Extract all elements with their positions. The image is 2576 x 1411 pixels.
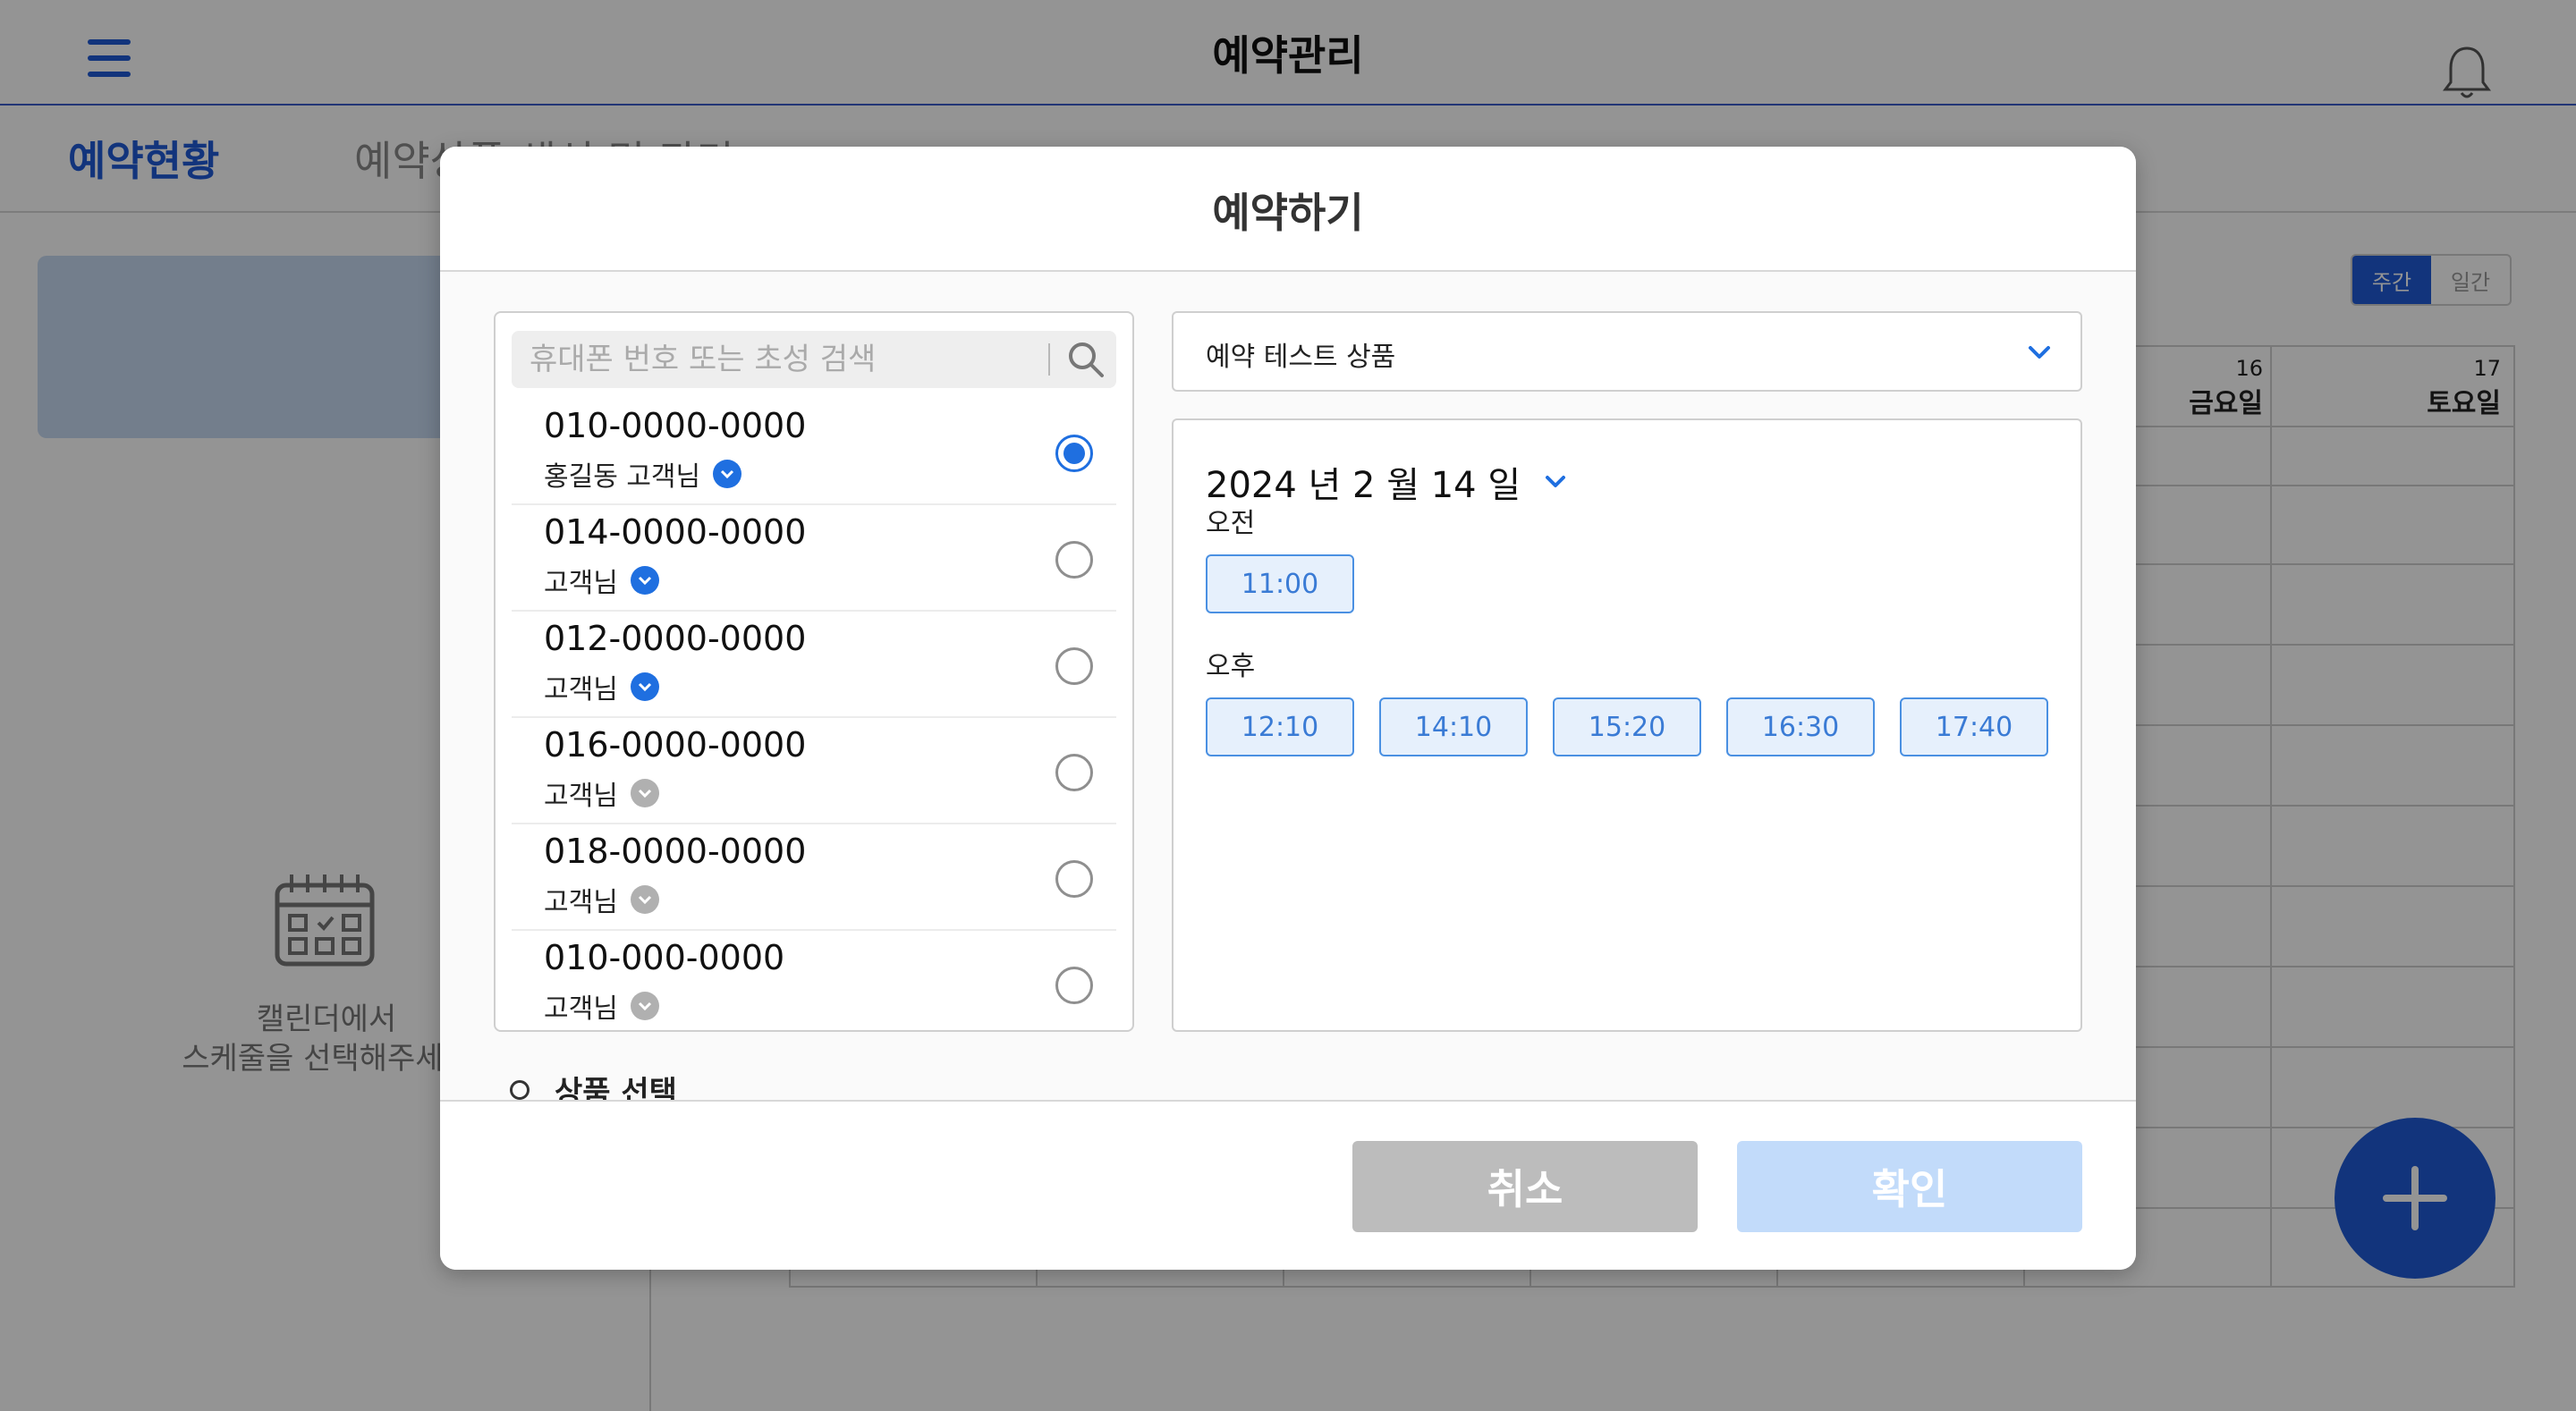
customer-name: 홍길동 고객님 (544, 461, 701, 493)
modal-footer: 취소 확인 (440, 1100, 2136, 1270)
customer-radio[interactable] (1055, 860, 1093, 898)
time-slot[interactable]: 12:10 (1206, 697, 1354, 756)
cancel-button[interactable]: 취소 (1352, 1141, 1698, 1232)
customer-name: 고객님 (544, 568, 618, 599)
am-slot-list: 11:00 (1206, 554, 1354, 613)
unverified-check-icon (630, 779, 659, 807)
search-icon[interactable] (1066, 340, 1106, 379)
customer-phone: 018-0000-0000 (544, 832, 807, 871)
date-time-panel: 2024 년 2 월 14 일 오전 11:00 오후 12:10 14:10 … (1172, 418, 2082, 1032)
product-dropdown[interactable]: 예약 테스트 상품 (1172, 311, 2082, 392)
verified-check-icon (630, 672, 659, 701)
chevron-down-icon[interactable] (1542, 469, 1569, 495)
customer-name: 고객님 (544, 781, 618, 812)
time-slot[interactable]: 15:20 (1553, 697, 1701, 756)
verified-check-icon (713, 460, 742, 488)
time-slot[interactable]: 14:10 (1379, 697, 1528, 756)
customer-search (512, 331, 1116, 388)
customer-radio[interactable] (1055, 754, 1093, 791)
customer-radio[interactable] (1055, 647, 1093, 685)
section-bullet-icon (510, 1079, 530, 1100)
modal-title: 예약하기 (1212, 189, 1364, 237)
customer-phone: 010-0000-0000 (544, 406, 807, 445)
customer-row[interactable]: 018-0000-0000 고객님 (512, 824, 1116, 931)
customer-row[interactable]: 014-0000-0000 고객님 (512, 505, 1116, 612)
customer-radio[interactable] (1055, 541, 1093, 579)
time-slot[interactable]: 16:30 (1726, 697, 1875, 756)
reservation-modal: 예약하기 010-0000-0000 홍길동 고객님 014-0000-0000 (440, 147, 2136, 1270)
customer-name: 고객님 (544, 887, 618, 918)
time-slot[interactable]: 11:00 (1206, 554, 1354, 613)
customer-radio[interactable] (1055, 435, 1093, 472)
time-slot[interactable]: 17:40 (1900, 697, 2048, 756)
customer-list: 010-0000-0000 홍길동 고객님 014-0000-0000 고객님 … (512, 399, 1116, 1030)
customer-name: 고객님 (544, 674, 618, 706)
period-pm-label: 오후 (1206, 651, 1256, 682)
unverified-check-icon (630, 885, 659, 914)
chevron-down-icon (2029, 346, 2050, 359)
unverified-check-icon (630, 992, 659, 1020)
modal-header: 예약하기 (440, 147, 2136, 272)
customer-phone: 010-000-0000 (544, 938, 785, 977)
customer-radio[interactable] (1055, 967, 1093, 1004)
customer-row[interactable]: 016-0000-0000 고객님 (512, 718, 1116, 824)
period-am-label: 오전 (1206, 508, 1256, 539)
customer-row[interactable]: 010-000-0000 고객님 (512, 931, 1116, 1030)
date-picker[interactable]: 2024 년 2 월 14 일 (1206, 456, 1569, 508)
customer-phone: 014-0000-0000 (544, 512, 807, 552)
confirm-button[interactable]: 확인 (1737, 1141, 2082, 1232)
customer-phone: 016-0000-0000 (544, 725, 807, 765)
customer-row[interactable]: 012-0000-0000 고객님 (512, 612, 1116, 718)
pm-slot-list: 12:10 14:10 15:20 16:30 17:40 (1206, 697, 2048, 756)
customer-list-panel: 010-0000-0000 홍길동 고객님 014-0000-0000 고객님 … (494, 311, 1134, 1032)
customer-search-input[interactable] (530, 331, 1039, 388)
product-selected-label: 예약 테스트 상품 (1206, 342, 1396, 373)
customer-row[interactable]: 010-0000-0000 홍길동 고객님 (512, 399, 1116, 505)
verified-check-icon (630, 566, 659, 595)
customer-name: 고객님 (544, 993, 618, 1025)
customer-phone: 012-0000-0000 (544, 619, 807, 658)
search-divider (1048, 343, 1050, 376)
